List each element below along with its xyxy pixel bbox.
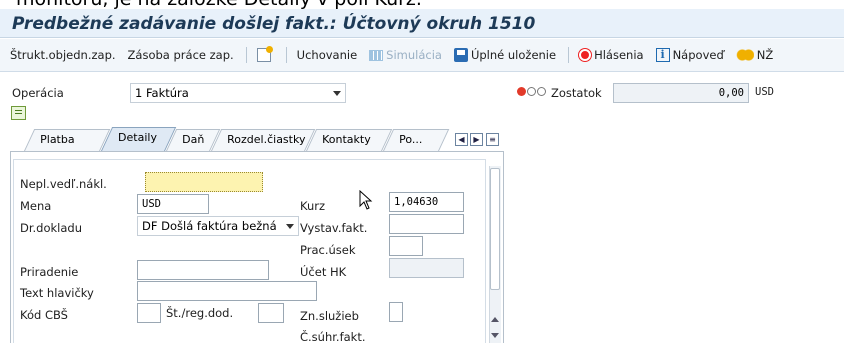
unplanned-costs-label: Nepl.vedľ.nákl. xyxy=(20,177,107,191)
toolbar-separator xyxy=(568,47,570,63)
messages-icon xyxy=(579,49,592,61)
new-document-icon xyxy=(256,46,273,62)
balance-currency: USD xyxy=(755,86,774,98)
help-button[interactable]: i Nápoveď xyxy=(655,48,724,62)
exchange-rate-label: Kurz xyxy=(300,199,326,213)
chevron-down-icon xyxy=(286,224,294,229)
st-reg-label: Št./reg.dod. xyxy=(166,306,234,320)
cbs-code-field[interactable] xyxy=(137,303,161,323)
operation-label: Operácia xyxy=(12,86,64,100)
doc-type-value: DF Došlá faktúra bežná xyxy=(142,219,277,233)
tab-rozdel-ciastky[interactable]: Rozdel.čiastky xyxy=(211,129,316,151)
balance-field: 0,00 xyxy=(613,83,749,103)
gl-account-label: Účet HK xyxy=(300,265,347,279)
operation-value: 1 Faktúra xyxy=(135,86,189,100)
st-reg-field[interactable] xyxy=(258,303,284,323)
toolbar-separator xyxy=(285,47,287,63)
structured-po-button[interactable]: Štrukt.objedn.zap. xyxy=(10,48,116,62)
operation-dropdown[interactable]: 1 Faktúra xyxy=(130,83,346,103)
scroll-up-icon[interactable] xyxy=(491,317,499,322)
application-toolbar: Štrukt.objedn.zap. Zásoba práce zap. Uch… xyxy=(0,39,844,72)
caption-text: monitoru, je na záložke Detaily v poli K… xyxy=(0,0,844,9)
cbs-code-label: Kód CBŠ xyxy=(20,308,68,322)
tab-detaily[interactable]: Detaily xyxy=(101,127,177,151)
tab-kontakty[interactable]: Kontakty xyxy=(306,129,393,151)
work-section-label: Prac.úsek xyxy=(300,243,356,257)
glasses-icon xyxy=(735,48,754,62)
invoice-issuer-label: Vystav.fakt. xyxy=(300,221,368,235)
gl-account-field xyxy=(389,258,464,278)
invoice-issuer-field[interactable] xyxy=(389,214,464,234)
balance-label: Zostatok xyxy=(551,86,602,100)
chevron-down-icon xyxy=(333,91,341,96)
header-text-label: Text hlavičky xyxy=(20,286,94,300)
summary-invoice-label: Č.súhr.fakt. xyxy=(300,330,366,344)
new-document-button[interactable] xyxy=(256,46,274,62)
doc-type-dropdown[interactable]: DF Došlá faktúra bežná xyxy=(137,216,299,236)
currency-field[interactable]: USD xyxy=(137,194,209,214)
simulate-button[interactable]: Simulácia xyxy=(369,48,442,62)
header-text-field[interactable] xyxy=(137,281,317,301)
services-checkbox[interactable] xyxy=(389,302,403,322)
toolbar-separator xyxy=(245,47,247,63)
messages-button[interactable]: Hlásenia xyxy=(579,48,644,62)
traffic-light-icon xyxy=(517,87,546,96)
doc-type-label: Dr.dokladu xyxy=(20,221,83,235)
title-bar: Predbežné zadávanie došlej fakt.: Účtovn… xyxy=(0,9,844,38)
scrollbar-thumb[interactable] xyxy=(490,168,500,290)
services-label: Zn.služieb xyxy=(300,309,359,323)
simulate-icon xyxy=(369,49,384,61)
worklist-button[interactable]: Zásoba práce zap. xyxy=(128,48,234,62)
tab-scroll-right-button[interactable]: ▶ xyxy=(470,133,483,146)
tab-scroll-left-button[interactable]: ◀ xyxy=(455,133,468,146)
work-section-field[interactable] xyxy=(389,236,423,256)
mouse-cursor-icon xyxy=(359,190,373,210)
save-icon xyxy=(453,48,468,62)
tab-platba[interactable]: Platba xyxy=(24,129,111,151)
page-title: Predbežné zadávanie došlej fakt.: Účtovn… xyxy=(12,14,536,34)
tab-list-button[interactable]: ≡ xyxy=(486,133,499,146)
currency-label: Mena xyxy=(20,199,52,213)
expand-tree-icon[interactable] xyxy=(11,106,26,120)
info-icon: i xyxy=(655,48,670,62)
nz-button[interactable]: NŽ xyxy=(735,48,773,62)
exchange-rate-field[interactable]: 1,04630 xyxy=(389,192,464,212)
tab-more[interactable]: Po... xyxy=(383,129,450,151)
assignment-label: Priradenie xyxy=(20,265,79,279)
unplanned-costs-field[interactable] xyxy=(145,172,263,192)
scroll-down-icon[interactable] xyxy=(491,333,499,338)
assignment-field[interactable] xyxy=(137,260,269,280)
hold-button[interactable]: Uchovanie xyxy=(297,48,357,62)
complete-save-button[interactable]: Úplné uloženie xyxy=(453,48,556,62)
